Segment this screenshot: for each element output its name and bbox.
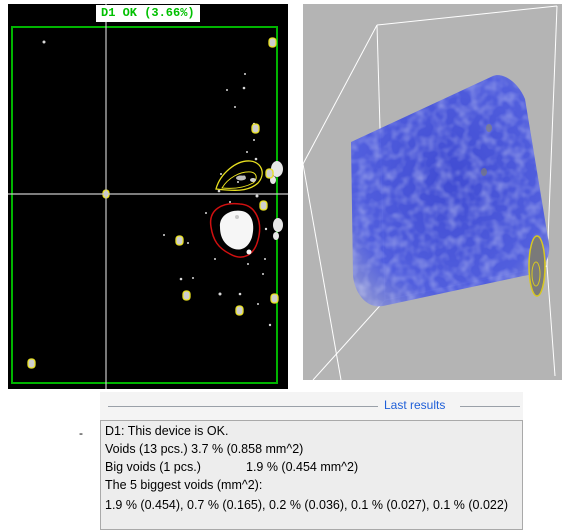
result-line-biggest-voids-values: 1.9 % (0.454), 0.7 % (0.165), 0.2 % (0.0… [105, 498, 508, 512]
3d-volume-view[interactable] [303, 4, 562, 380]
xray-inspection-view[interactable]: D1 OK (3.66%) [8, 4, 288, 389]
result-line-big-voids-value: 1.9 % (0.454 mm^2) [246, 460, 359, 474]
results-panel: Last results D1: This device is OK. Void… [100, 392, 523, 530]
header-divider-right [460, 406, 520, 407]
result-line-biggest-voids-heading: The 5 biggest voids (mm^2): [105, 478, 263, 492]
inspection-frame [11, 26, 278, 384]
results-title[interactable]: Last results [384, 398, 445, 412]
result-line-device-status: D1: This device is OK. [105, 424, 229, 438]
void-speckles [42, 40, 272, 327]
void-highlight [528, 235, 546, 297]
results-text-box[interactable]: D1: This device is OK. Voids (13 pcs.) 3… [100, 420, 523, 530]
result-line-big-voids-label: Big voids (1 pcs.) [105, 460, 201, 474]
header-divider-left [108, 406, 378, 407]
side-mark: - [79, 426, 83, 440]
small-void-markers [27, 37, 279, 369]
3d-volume-render [303, 5, 558, 380]
device-status-label: D1 OK (3.66%) [96, 5, 200, 22]
result-line-voids: Voids (13 pcs.) 3.7 % (0.858 mm^2) [105, 442, 304, 456]
xray-image [8, 4, 288, 389]
